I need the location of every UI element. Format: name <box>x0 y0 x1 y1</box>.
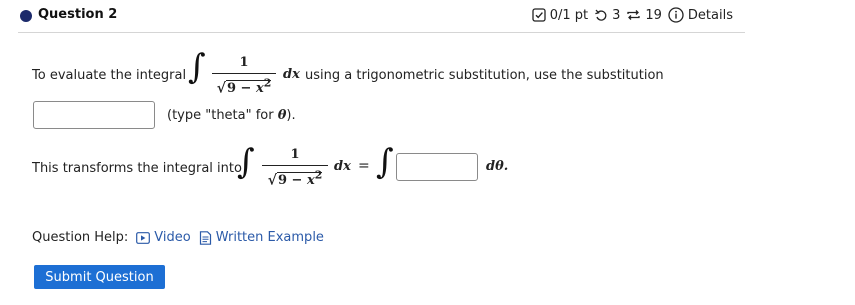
sqrt-symbol-1: √ <box>216 80 226 97</box>
retries-indicator: 3 <box>594 8 620 23</box>
substitution-instruction: using a trigonometric substitution, use … <box>305 68 664 83</box>
video-icon <box>136 231 151 244</box>
score-text: 0/1 pt <box>549 7 589 23</box>
question-header: Question 2 0/1 pt 3 19 Details <box>0 0 745 32</box>
details-label[interactable]: Details <box>688 8 733 23</box>
details-link[interactable]: Details <box>668 7 733 23</box>
substitution-input[interactable] <box>33 101 155 129</box>
video-link[interactable]: Video <box>136 230 191 245</box>
dtheta-label: dθ. <box>486 159 509 174</box>
integrand-fraction-1: 1 √9 − x2 <box>212 55 276 97</box>
equals-sign: = <box>358 158 370 174</box>
integrand-denominator-2: √9 − x2 <box>262 168 328 189</box>
integrand-input[interactable] <box>396 153 478 181</box>
question-help-label: Question Help: <box>32 230 129 245</box>
den-var-2: x <box>306 173 315 189</box>
integral-sign-3: ∫ <box>376 142 394 182</box>
dx-label-1: dx <box>283 67 300 82</box>
written-example-label[interactable]: Written Example <box>216 230 324 245</box>
den-exp-1: 2 <box>263 77 272 90</box>
document-icon <box>199 230 212 245</box>
info-icon <box>668 7 684 23</box>
integrand-numerator-1: 1 <box>239 55 249 70</box>
integrand-fraction-2: 1 √9 − x2 <box>262 147 328 189</box>
integrand-numerator-2: 1 <box>290 147 300 162</box>
integral-sign-2: ∫ <box>237 142 255 182</box>
integral-sign-1: ∫ <box>188 47 206 87</box>
transforms-text: This transforms the integral into <box>32 161 242 176</box>
type-theta-note: (type "theta" for θ). <box>167 108 296 123</box>
fraction-bar-2 <box>262 165 328 166</box>
repeat-icon <box>626 8 641 22</box>
video-label[interactable]: Video <box>154 230 190 245</box>
dx-label-2: dx <box>334 159 351 174</box>
den-exp-2: 2 <box>314 169 323 182</box>
question-title: Question 2 <box>38 7 118 22</box>
den-var-1: x <box>255 81 264 97</box>
submit-question-button[interactable]: Submit Question <box>34 265 165 289</box>
integrand-denominator-1: √9 − x2 <box>212 76 276 97</box>
fraction-bar-1 <box>212 73 276 74</box>
type-note-end: ). <box>286 108 296 123</box>
intro-text: To evaluate the integral <box>32 68 187 83</box>
score-indicator: 0/1 pt <box>532 8 588 23</box>
den-prefix-1: 9 − <box>226 81 256 97</box>
type-note-start: (type "theta" for <box>167 108 278 123</box>
retries-count: 3 <box>612 7 621 23</box>
header-divider <box>18 32 745 33</box>
question-help: Question Help: Video Written Example <box>32 230 324 245</box>
attempts-indicator: 19 <box>626 8 662 23</box>
den-prefix-2: 9 − <box>277 173 307 189</box>
header-meta: 0/1 pt 3 19 Details <box>532 7 733 23</box>
written-example-link[interactable]: Written Example <box>199 230 324 245</box>
sqrt-symbol-2: √ <box>267 172 277 189</box>
undo-icon <box>594 8 608 22</box>
score-check-icon <box>532 8 546 22</box>
question-status-dot <box>20 10 32 22</box>
attempts-count: 19 <box>645 7 662 23</box>
